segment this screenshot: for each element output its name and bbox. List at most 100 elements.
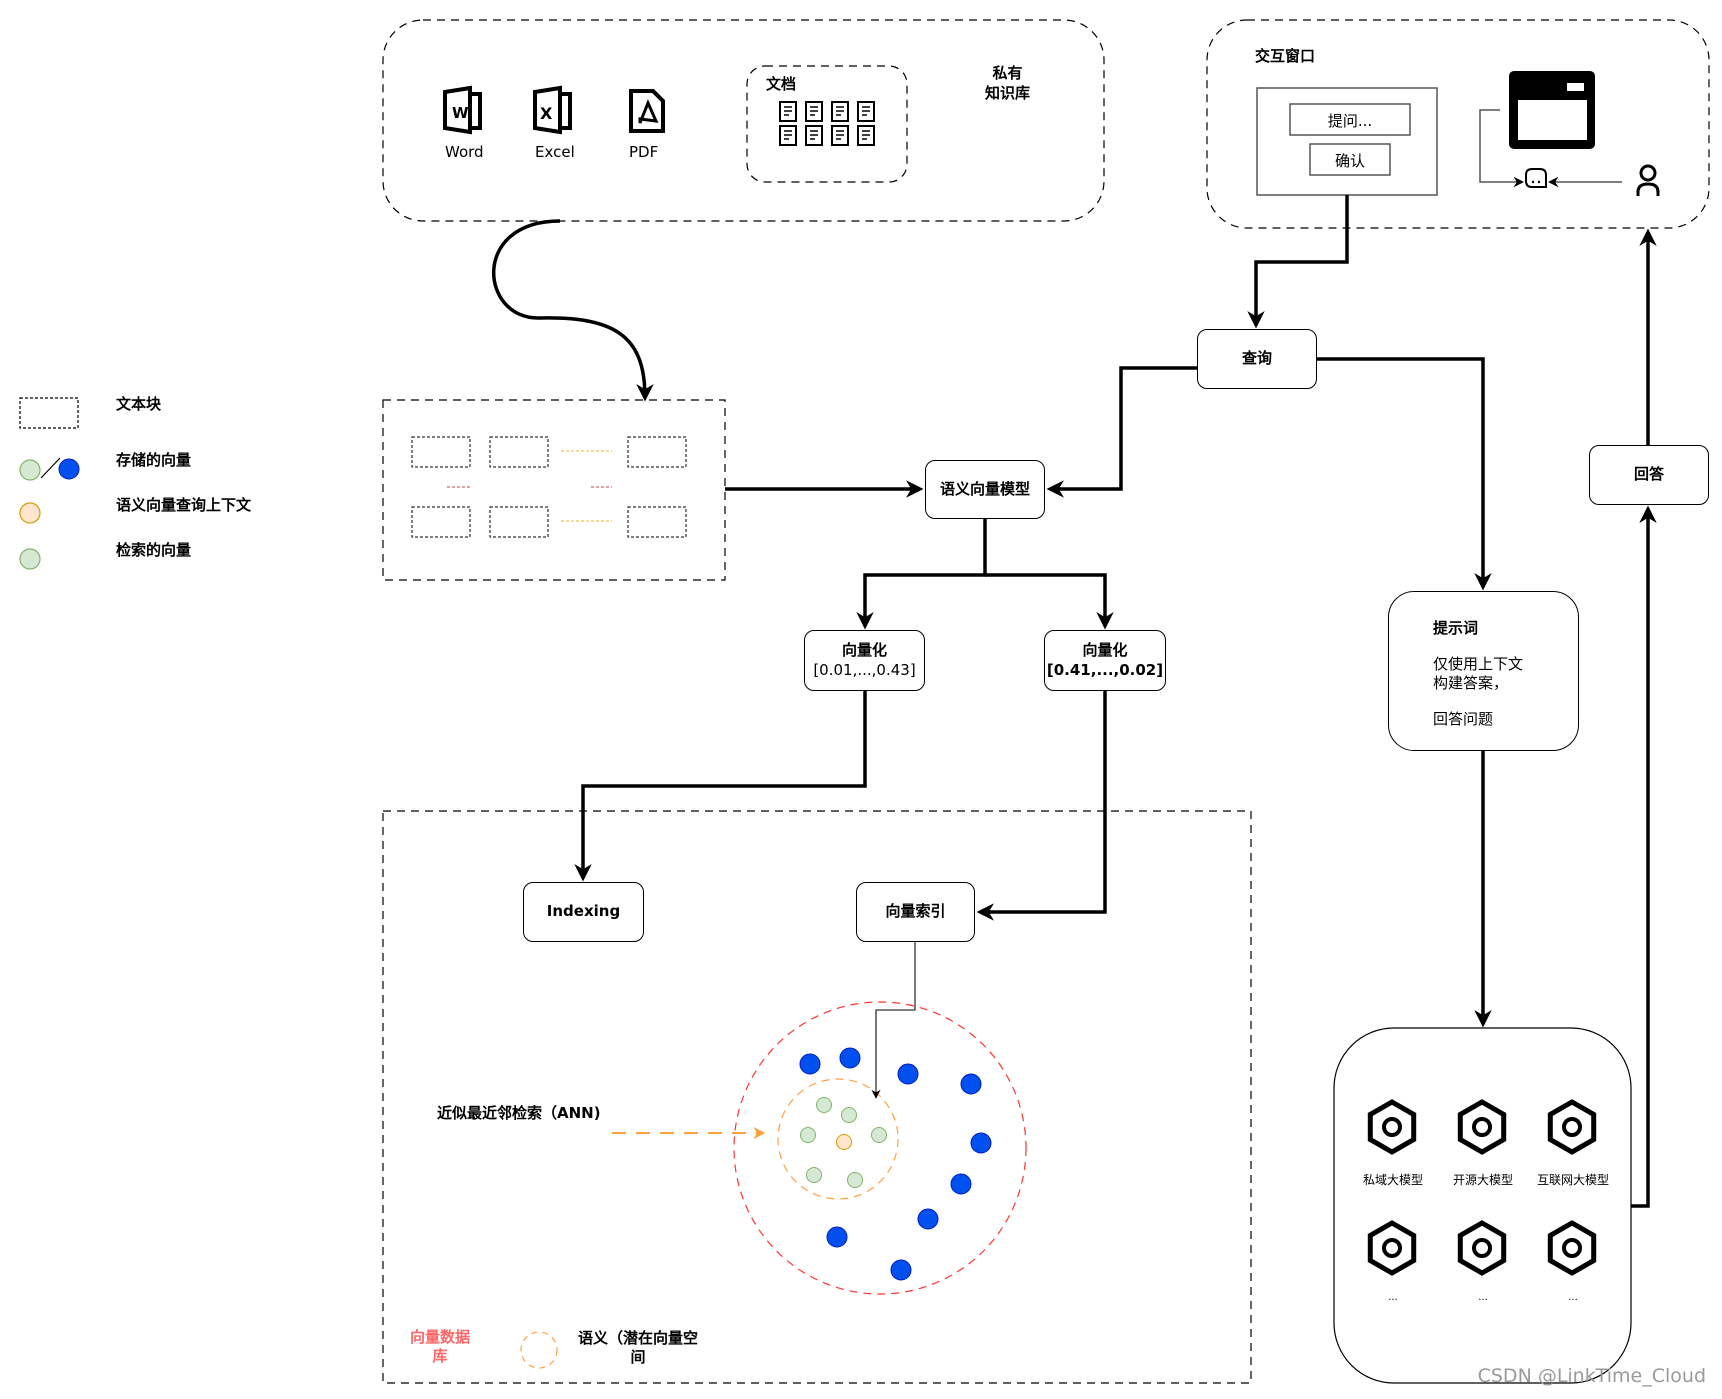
indexing-label: Indexing: [546, 902, 621, 921]
svg-text:W: W: [452, 104, 469, 122]
document-icon: [857, 101, 875, 122]
ask-input[interactable]: 提问...: [1290, 110, 1410, 131]
prompt-line-1: 仅使用上下文: [1433, 654, 1524, 673]
word-label: Word: [445, 143, 484, 161]
pdf-label: PDF: [629, 143, 659, 161]
document-icon: [857, 125, 875, 146]
legend-label-retrieved-vector: 检索的向量: [116, 541, 192, 559]
text-chunk: [627, 436, 687, 468]
text-chunk: [489, 506, 549, 538]
retrieved-vector-point: [800, 1127, 816, 1143]
svg-text:X: X: [540, 104, 553, 123]
query-vector-point: [836, 1134, 852, 1150]
chat-bubble-icon: [1525, 168, 1547, 188]
kb-to-chunks-arrow: [492, 219, 654, 402]
vectorize-left-title: 向量化: [841, 641, 887, 659]
prompt-title: 提示词: [1433, 619, 1479, 637]
legend-label-text-chunk: 文本块: [116, 395, 162, 413]
answer-label: 回答: [1633, 465, 1664, 484]
retrieved-vector-point: [841, 1107, 857, 1123]
confirm-button[interactable]: 确认: [1310, 150, 1390, 171]
query-node: 查询: [1197, 329, 1317, 389]
llm-label-open-source: 开源大模型: [1452, 1173, 1513, 1187]
document-icon: [779, 101, 797, 122]
legend-text-chunk-swatch: [19, 397, 79, 429]
stored-vector-point: [826, 1226, 848, 1248]
legend-slash: [40, 457, 61, 479]
knowledge-base-title: 私有 知识库: [985, 64, 1031, 102]
llm-label-more: ...: [1478, 1292, 1488, 1303]
text-chunk: [411, 506, 471, 538]
llm-to-answer-arrow: [1631, 505, 1657, 1208]
prompt-node: 提示词 仅使用上下文 构建答案， 回答问题: [1388, 591, 1579, 751]
watermark: CSDN @LinkTime_Cloud: [1477, 1365, 1706, 1387]
vector-index-label: 向量索引: [885, 902, 946, 921]
query-label: 查询: [1241, 349, 1272, 368]
pdf-file-icon: [629, 89, 665, 133]
stored-vector-point: [799, 1053, 821, 1075]
vectorize-left-value: [0.01,...,0.43]: [813, 660, 916, 679]
vector-points: [799, 1047, 992, 1281]
vectorize-left-node: 向量化 [0.01,...,0.43]: [804, 630, 925, 691]
llm-label-more: ...: [1388, 1292, 1398, 1303]
stored-vector-point: [839, 1047, 861, 1069]
legend-label-stored-vector: 存储的向量: [116, 451, 192, 469]
legend-label-query-context: 语义向量查询上下文: [116, 496, 252, 514]
legend-retrieved-circle: [19, 548, 41, 570]
llm-label-internet: 互联网大模型: [1536, 1173, 1609, 1187]
form-to-query-arrow: [1247, 195, 1349, 329]
vector-db-container: [382, 810, 1252, 1384]
retrieved-vector-point: [847, 1172, 863, 1188]
llm-label-more: ...: [1568, 1292, 1578, 1303]
excel-label: Excel: [535, 143, 575, 161]
legend-blue-circle: [58, 458, 80, 480]
retrieved-vector-point: [871, 1127, 887, 1143]
text-chunk: [489, 436, 549, 468]
query-to-model-arrow: [1046, 366, 1197, 498]
vectorize-right-node: 向量化 [0.41,...,0.02]: [1044, 630, 1166, 691]
knowledge-base-container: [382, 19, 1105, 222]
semantic-space-label: 语义（潜在向量空 间: [578, 1329, 699, 1366]
semantic-model-node: 语义向量模型: [925, 460, 1045, 519]
stored-vector-point: [960, 1073, 982, 1095]
answer-node: 回答: [1589, 445, 1709, 505]
llm-container: [1333, 1027, 1632, 1384]
stored-vector-point: [970, 1132, 992, 1154]
vectorize-right-to-index-arrow: [976, 691, 1107, 921]
excel-file-icon: X: [533, 85, 572, 135]
browser-window-icon: [1509, 71, 1595, 149]
vectorize-left-to-indexing-arrow: [574, 691, 867, 882]
word-file-icon: W: [443, 85, 482, 135]
prompt-line-3: 回答问题: [1433, 709, 1494, 728]
semantic-space-legend-circle: [520, 1331, 558, 1369]
retrieved-vector-point: [806, 1167, 822, 1183]
vector-index-node: 向量索引: [856, 882, 975, 942]
model-to-vectorize-left-arrow: [856, 519, 987, 630]
document-icons-grid: [779, 101, 875, 146]
stored-vector-point: [917, 1208, 939, 1230]
document-icon: [831, 125, 849, 146]
retrieved-vector-point: [816, 1097, 832, 1113]
text-chunk: [627, 506, 687, 538]
llm-label-private: 私域大模型: [1362, 1173, 1423, 1187]
docs-group-label: 文档: [766, 75, 797, 93]
semantic-model-label: 语义向量模型: [939, 479, 1030, 498]
indexing-node: Indexing: [523, 882, 644, 942]
legend-orange-circle: [19, 502, 41, 524]
stored-vector-point: [890, 1259, 912, 1281]
vector-db-label: 向量数据 库: [410, 1328, 471, 1365]
document-icon: [805, 125, 823, 146]
document-icon: [831, 101, 849, 122]
stored-vector-point: [897, 1063, 919, 1085]
chunks-container: [382, 399, 726, 581]
document-icon: [805, 101, 823, 122]
ann-label: 近似最近邻检索（ANN): [437, 1104, 601, 1122]
model-to-vectorize-right-arrow: [985, 573, 1114, 630]
text-chunk: [411, 436, 471, 468]
document-icon: [779, 125, 797, 146]
vectorize-right-value: [0.41,...,0.02]: [1046, 660, 1164, 679]
vectorize-right-title: 向量化: [1082, 641, 1128, 659]
legend-green-circle: [19, 459, 41, 481]
interaction-title: 交互窗口: [1255, 47, 1316, 65]
text-chunks: [411, 436, 687, 538]
